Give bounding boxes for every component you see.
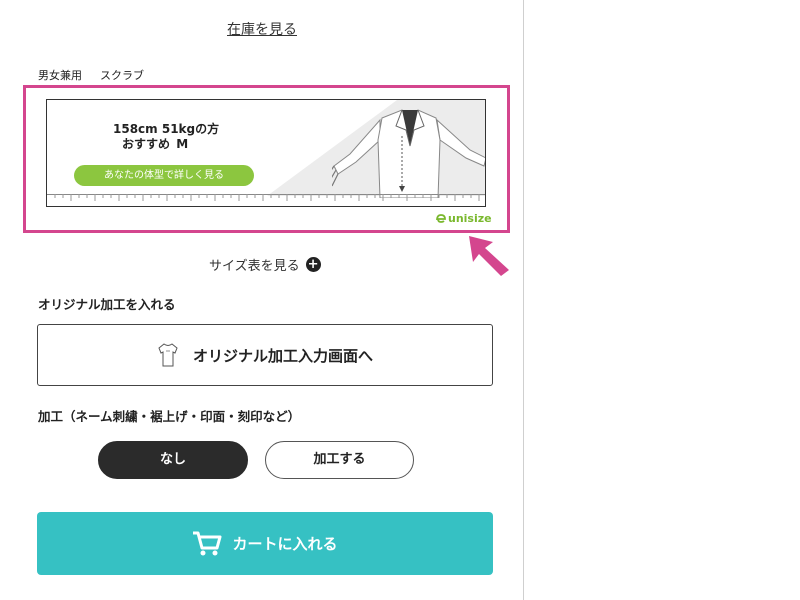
size-chart-label: サイズ表を見る: [209, 259, 300, 274]
processing-option-none[interactable]: なし: [98, 441, 248, 479]
product-options-panel: 在庫を見る 男女兼用 スクラブ 158cm 51kgの方 おすすめ M あなたの…: [0, 0, 524, 600]
add-to-cart-label: カートに入れる: [232, 535, 338, 553]
size-recommendation-card: 158cm 51kgの方 おすすめ M あなたの体型で詳しく見る: [46, 99, 486, 207]
plus-circle-icon: +: [305, 257, 321, 272]
recommended-size-line: おすすめ M: [122, 135, 188, 152]
gender-label: 男女兼用: [38, 69, 82, 82]
add-to-cart-button[interactable]: カートに入れる: [37, 512, 493, 575]
unisize-logo-text: unisize: [448, 212, 492, 225]
detail-by-body-button[interactable]: あなたの体型で詳しく見る: [74, 165, 254, 186]
unisize-highlight-frame: 158cm 51kgの方 おすすめ M あなたの体型で詳しく見る unisize: [23, 85, 510, 233]
recommended-size: M: [176, 137, 189, 151]
pointer-arrow-icon: [469, 236, 509, 276]
measurement-ruler: [47, 194, 485, 201]
size-chart-link[interactable]: サイズ表を見る +: [209, 255, 321, 274]
unisize-logo: unisize: [436, 212, 492, 225]
category-label: スクラブ: [100, 69, 144, 82]
scrub-jacket-icon: [332, 109, 485, 198]
original-processing-button[interactable]: オリジナル加工入力画面へ: [37, 324, 493, 386]
cart-icon: [193, 531, 222, 555]
processing-option-apply[interactable]: 加工する: [265, 441, 414, 479]
processing-heading: 加工（ネーム刺繍・裾上げ・印面・刻印など）: [38, 409, 301, 424]
recommended-label: おすすめ: [122, 137, 171, 151]
stock-link[interactable]: 在庫を見る: [0, 19, 523, 39]
original-processing-button-label: オリジナル加工入力画面へ: [192, 346, 373, 365]
unisize-logo-icon: [436, 213, 446, 223]
original-processing-heading: オリジナル加工を入れる: [38, 297, 176, 312]
tshirt-icon: [158, 343, 178, 367]
